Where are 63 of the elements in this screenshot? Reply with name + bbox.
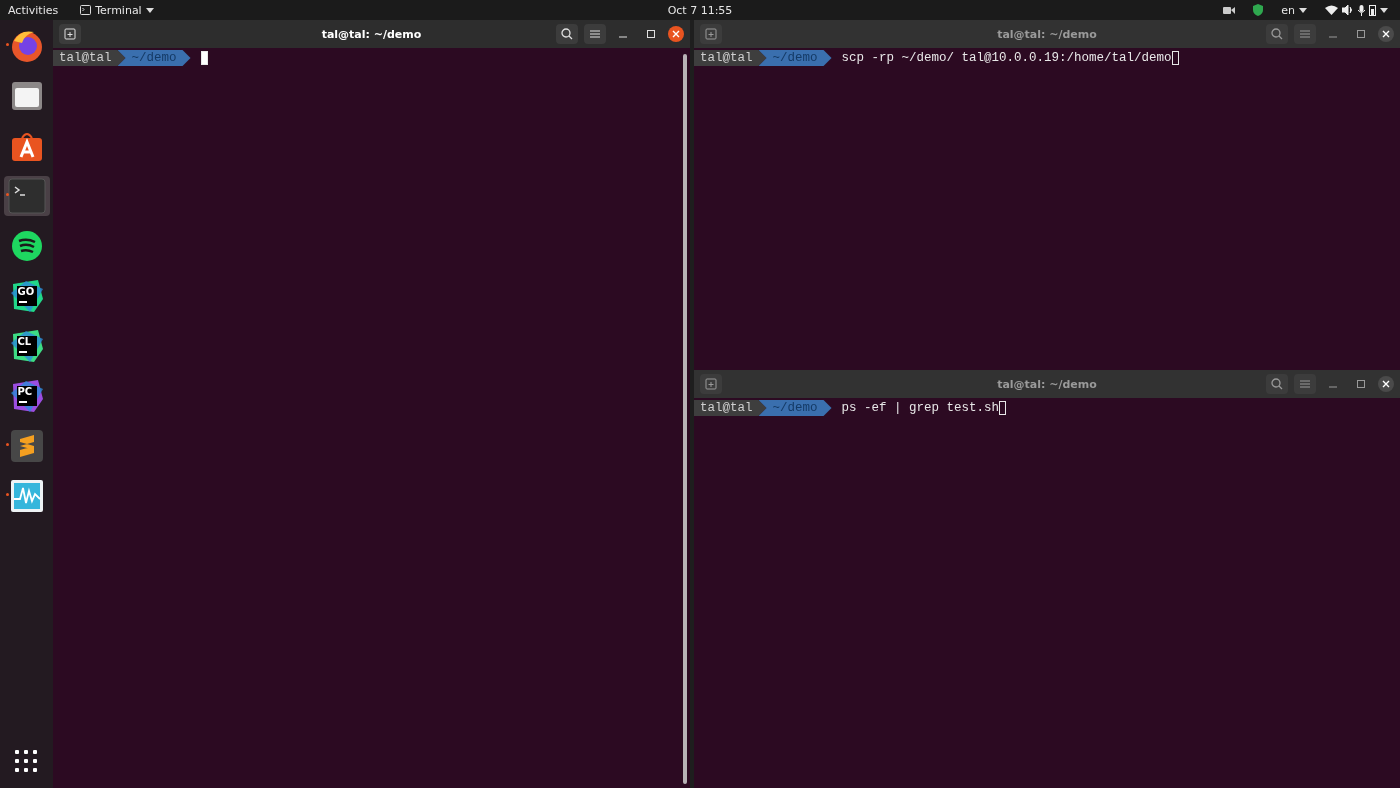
- caret-icon: [145, 7, 154, 13]
- ide-icon: GO: [9, 279, 44, 313]
- close-icon: [672, 30, 680, 38]
- shopping-bag-icon: [10, 130, 43, 162]
- plus-icon: [64, 28, 76, 40]
- caret-icon: [1380, 7, 1388, 13]
- language-menu[interactable]: en: [1281, 3, 1307, 17]
- command-text: scp -rp ~/demo/ tal@10.0.0.19:/home/tal/demo: [841, 51, 1172, 65]
- menu-icon: [590, 29, 600, 39]
- camera-icon: [1223, 5, 1236, 15]
- search-icon: [1271, 28, 1283, 40]
- window-title: tal@tal: ~/demo: [997, 377, 1097, 391]
- menu-icon: [1300, 29, 1310, 39]
- terminal-icon: [80, 5, 92, 15]
- close-button[interactable]: [1378, 376, 1394, 392]
- window-title: tal@tal: ~/demo: [997, 27, 1097, 41]
- activities-button[interactable]: Activities: [8, 3, 59, 17]
- battery-icon: [1369, 4, 1376, 16]
- language-label: en: [1281, 3, 1295, 17]
- close-button[interactable]: [1378, 26, 1394, 42]
- prompt-path: ~/demo: [758, 400, 832, 416]
- system-monitor-icon: [9, 479, 44, 513]
- command-text: ps -ef | grep test.sh: [841, 401, 1000, 415]
- scrollbar[interactable]: [683, 54, 687, 784]
- shield-icon: [1253, 4, 1264, 16]
- folder-icon: [10, 81, 43, 111]
- close-button[interactable]: [668, 26, 684, 42]
- new-tab-button[interactable]: [59, 24, 81, 44]
- microphone-icon: [1358, 4, 1365, 16]
- ide-icon: PC: [9, 379, 44, 413]
- dock-item[interactable]: CL: [3, 326, 50, 366]
- dock-item[interactable]: PC: [3, 376, 50, 416]
- terminal-icon: [7, 178, 46, 214]
- app-grid-icon[interactable]: [15, 750, 37, 772]
- close-icon: [1382, 30, 1390, 38]
- caret-icon: [1299, 7, 1307, 13]
- wifi-icon: [1325, 5, 1338, 15]
- close-icon: [1382, 380, 1390, 388]
- prompt-path: ~/demo: [117, 50, 191, 66]
- prompt-path: ~/demo: [758, 50, 832, 66]
- plus-icon: [705, 378, 717, 390]
- maximize-icon: [1357, 30, 1365, 38]
- search-button[interactable]: [556, 24, 578, 44]
- search-button[interactable]: [1266, 374, 1288, 394]
- window-title: tal@tal: ~/demo: [321, 27, 422, 41]
- app-menu-label: Terminal: [95, 3, 142, 17]
- search-button[interactable]: [1266, 24, 1288, 44]
- search-icon: [561, 28, 573, 40]
- menu-icon: [1300, 379, 1310, 389]
- search-icon: [1271, 378, 1283, 390]
- maximize-icon: [647, 30, 655, 38]
- ide-icon: CL: [9, 329, 44, 363]
- volume-icon: [1342, 5, 1354, 15]
- menu-button[interactable]: [584, 24, 606, 44]
- firefox-icon: [9, 29, 44, 63]
- clock[interactable]: Oct 7 11:55: [667, 3, 733, 17]
- spotify-icon: [10, 230, 43, 262]
- sublime-icon: [9, 429, 44, 463]
- dock-item[interactable]: GO: [3, 276, 50, 316]
- plus-icon: [705, 28, 717, 40]
- app-menu[interactable]: Terminal: [80, 3, 154, 17]
- maximize-icon: [1357, 380, 1365, 388]
- system-menu[interactable]: [1325, 4, 1388, 16]
